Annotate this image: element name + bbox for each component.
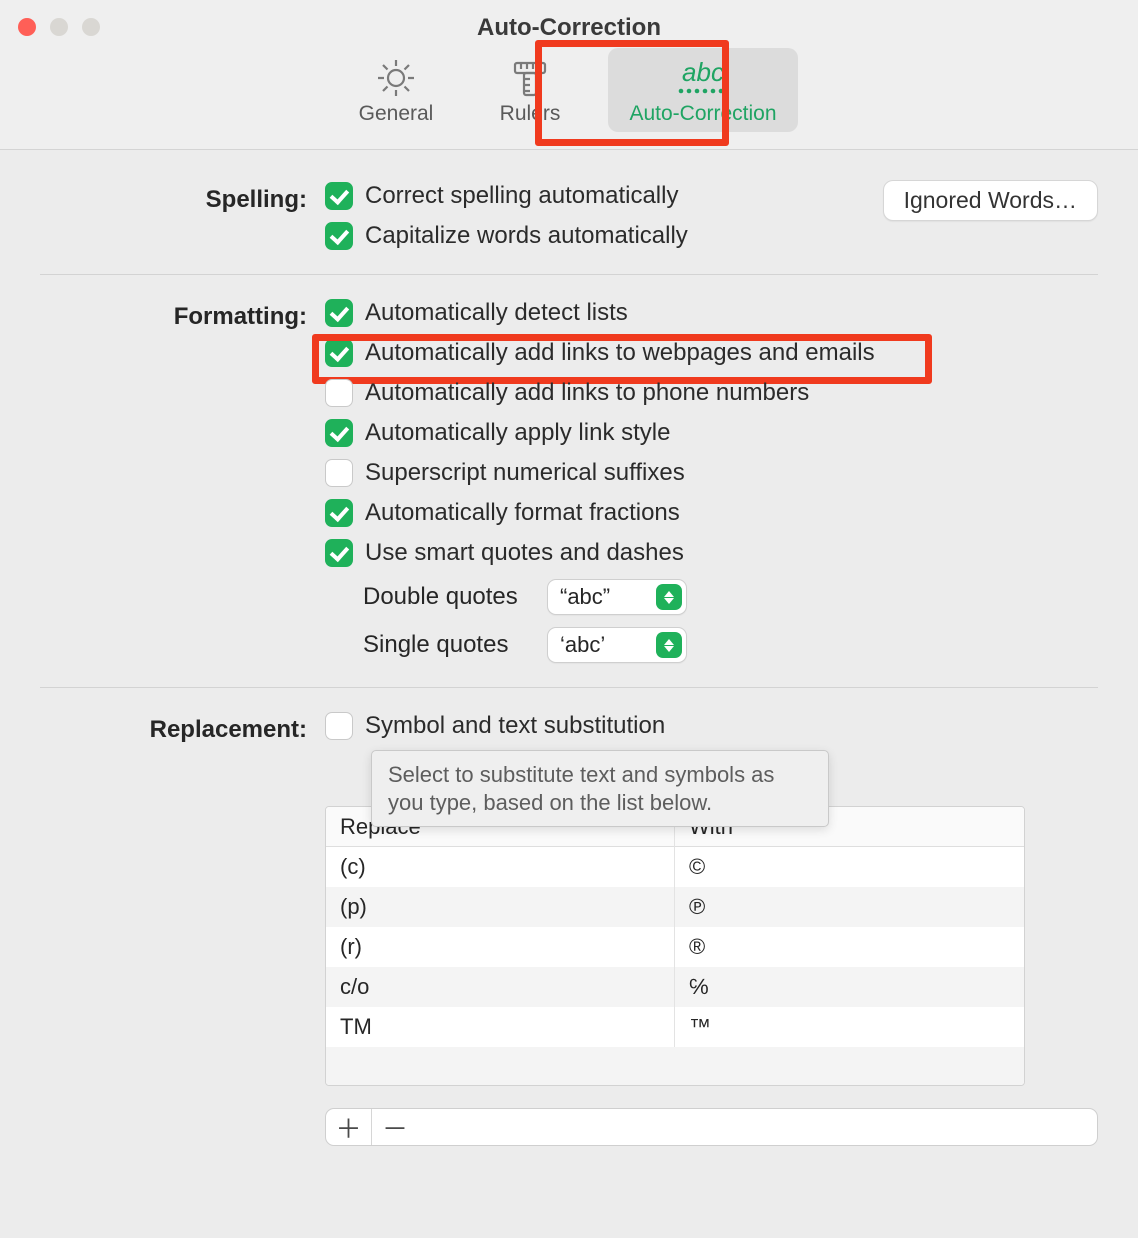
label-symbol-substitution: Symbol and text substitution xyxy=(365,712,665,740)
ignored-words-button[interactable]: Ignored Words… xyxy=(883,180,1098,221)
checkbox-format-fractions[interactable] xyxy=(325,499,353,527)
checkbox-correct-spelling[interactable] xyxy=(325,182,353,210)
select-single-quotes[interactable]: ‘abc’ xyxy=(547,627,687,663)
minus-icon: － xyxy=(382,1109,408,1146)
checkbox-superscript-suffixes[interactable] xyxy=(325,459,353,487)
checkbox-apply-link-style[interactable] xyxy=(325,419,353,447)
titlebar: Auto-Correction General xyxy=(0,0,1138,150)
section-replacement: Replacement: Symbol and text substitutio… xyxy=(40,687,1098,1170)
checkbox-smart-quotes[interactable] xyxy=(325,539,353,567)
table-row[interactable]: (c) © xyxy=(326,847,1024,887)
select-single-quotes-value: ‘abc’ xyxy=(560,632,605,658)
label-double-quotes: Double quotes xyxy=(363,583,533,611)
cell-with: ℗ xyxy=(675,887,1024,927)
table-row[interactable]: TM ™ xyxy=(326,1007,1024,1047)
window-title: Auto-Correction xyxy=(0,14,1138,42)
label-apply-link-style: Automatically apply link style xyxy=(365,419,670,447)
tab-general-label: General xyxy=(340,102,452,126)
label-single-quotes: Single quotes xyxy=(363,631,533,659)
cell-replace: (c) xyxy=(326,847,675,887)
tooltip-symbol-substitution: Select to substitute text and symbols as… xyxy=(371,750,829,827)
tab-auto-correction[interactable]: abc Auto-Correction xyxy=(608,48,798,132)
checkbox-add-links-web-email[interactable] xyxy=(325,339,353,367)
tab-rulers-label: Rulers xyxy=(474,102,586,126)
plus-icon: ＋ xyxy=(335,1109,361,1146)
label-add-links-web-email: Automatically add links to webpages and … xyxy=(365,339,875,367)
section-formatting: Formatting: Automatically detect lists A… xyxy=(40,274,1098,687)
cell-with: ™ xyxy=(675,1007,1024,1047)
table-row[interactable]: (p) ℗ xyxy=(326,887,1024,927)
table-row[interactable]: (r) ® xyxy=(326,927,1024,967)
label-add-links-phone: Automatically add links to phone numbers xyxy=(365,379,809,407)
checkbox-symbol-substitution[interactable] xyxy=(325,712,353,740)
select-double-quotes[interactable]: “abc” xyxy=(547,579,687,615)
select-double-quotes-value: “abc” xyxy=(560,584,610,610)
table-add-remove-control: ＋ － xyxy=(325,1108,1098,1146)
ruler-icon xyxy=(474,56,586,100)
label-detect-lists: Automatically detect lists xyxy=(365,299,628,327)
checkbox-detect-lists[interactable] xyxy=(325,299,353,327)
add-row-button[interactable]: ＋ xyxy=(326,1109,372,1145)
tab-rulers[interactable]: Rulers xyxy=(474,48,586,132)
table-row[interactable]: c/o ℅ xyxy=(326,967,1024,1007)
label-correct-spelling: Correct spelling automatically xyxy=(365,182,678,210)
checkbox-add-links-phone[interactable] xyxy=(325,379,353,407)
label-smart-quotes: Use smart quotes and dashes xyxy=(365,539,684,567)
replacement-table[interactable]: Replace With (c) © (p) ℗ (r) ® xyxy=(325,806,1025,1086)
cell-with: ® xyxy=(675,927,1024,967)
cell-replace: (p) xyxy=(326,887,675,927)
checkbox-capitalize-words[interactable] xyxy=(325,222,353,250)
cell-with: © xyxy=(675,847,1024,887)
table-row-empty[interactable] xyxy=(326,1047,1024,1085)
remove-row-button[interactable]: － xyxy=(372,1109,418,1145)
section-formatting-label: Formatting: xyxy=(40,299,315,663)
content-area: Spelling: Correct spelling automatically… xyxy=(0,150,1138,1170)
preferences-window: Auto-Correction General xyxy=(0,0,1138,1238)
cell-with: ℅ xyxy=(675,967,1024,1007)
section-spelling-label: Spelling: xyxy=(40,182,315,250)
section-spelling: Spelling: Correct spelling automatically… xyxy=(40,176,1098,274)
gear-icon xyxy=(340,56,452,100)
chevron-up-down-icon xyxy=(656,584,682,610)
tab-auto-correction-label: Auto-Correction xyxy=(608,102,798,126)
chevron-up-down-icon xyxy=(656,632,682,658)
label-superscript-suffixes: Superscript numerical suffixes xyxy=(365,459,685,487)
cell-replace: (r) xyxy=(326,927,675,967)
section-replacement-label: Replacement: xyxy=(40,712,315,1146)
toolbar-tabs: General Rulers abc xyxy=(0,48,1138,132)
tab-general[interactable]: General xyxy=(340,48,452,132)
cell-replace: c/o xyxy=(326,967,675,1007)
svg-text:abc: abc xyxy=(682,57,724,87)
label-capitalize-words: Capitalize words automatically xyxy=(365,222,688,250)
label-format-fractions: Automatically format fractions xyxy=(365,499,680,527)
abc-icon: abc xyxy=(608,56,798,100)
cell-replace: TM xyxy=(326,1007,675,1047)
